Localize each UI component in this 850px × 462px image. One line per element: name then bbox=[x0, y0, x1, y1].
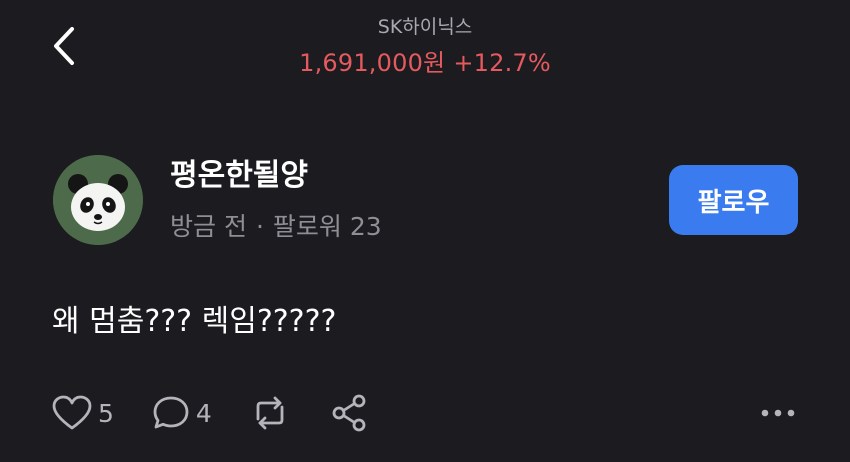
comment-button[interactable]: 4 bbox=[152, 395, 212, 431]
price-line: 1,691,000원 +12.7% bbox=[0, 46, 850, 80]
repost-button[interactable] bbox=[248, 395, 292, 431]
post-content: 왜 멈춤??? 렉임????? bbox=[52, 304, 337, 339]
author-block: 평온한될양 방금 전 · 팔로워 23 bbox=[170, 156, 382, 244]
comment-count: 4 bbox=[195, 398, 212, 428]
author-name[interactable]: 평온한될양 bbox=[170, 156, 382, 196]
comment-icon bbox=[153, 396, 189, 429]
price-change: +12.7% bbox=[453, 49, 551, 77]
more-button[interactable] bbox=[758, 400, 798, 426]
stock-name: SK하이닉스 bbox=[377, 16, 473, 38]
action-bar: 5 4 bbox=[52, 388, 368, 438]
follower-count: 팔로워 23 bbox=[272, 212, 382, 241]
panda-avatar-icon bbox=[53, 155, 143, 245]
post-meta: 방금 전 · 팔로워 23 bbox=[170, 210, 382, 244]
share-button[interactable] bbox=[330, 393, 368, 433]
stock-price: 1,691,000원 bbox=[299, 49, 446, 77]
stock-header: SK하이닉스 1,691,000원 +12.7% bbox=[0, 14, 850, 80]
post-time: 방금 전 bbox=[170, 212, 247, 241]
meta-separator: · bbox=[255, 212, 264, 241]
share-icon bbox=[332, 394, 366, 432]
more-icon bbox=[761, 409, 795, 417]
avatar[interactable] bbox=[53, 155, 143, 245]
follow-button[interactable]: 팔로우 bbox=[669, 165, 798, 235]
like-count: 5 bbox=[98, 398, 114, 428]
repost-icon bbox=[256, 396, 284, 430]
like-button[interactable]: 5 bbox=[52, 395, 114, 431]
heart-icon bbox=[52, 395, 92, 430]
